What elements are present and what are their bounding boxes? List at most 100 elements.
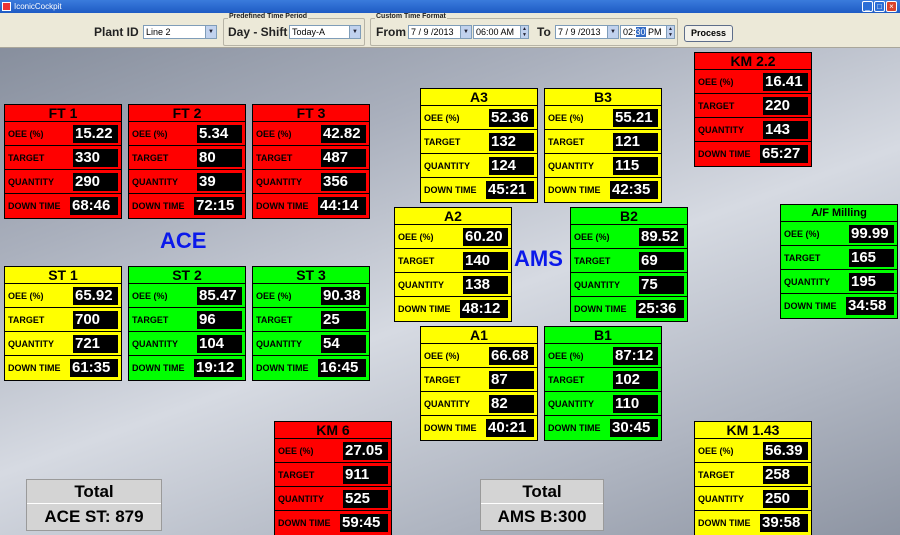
spin-arrows-icon[interactable]: ▲ ▼	[520, 26, 528, 38]
metric-label-downtime: DOWN TIME	[132, 201, 185, 211]
metric-row-quantity: QUANTITY 250	[695, 487, 811, 511]
close-button[interactable]: ×	[886, 1, 897, 12]
station-panel-st3[interactable]: ST 3 OEE (%) 90.38 TARGET 25 QUANTITY 54 DOWN T…	[252, 266, 370, 381]
metric-label-quantity: QUANTITY	[698, 125, 744, 135]
metric-value-oee: 66.68	[489, 347, 534, 365]
metric-row-target: TARGET 258	[695, 463, 811, 487]
metric-label-oee: OEE (%)	[256, 291, 292, 301]
station-panel-b2[interactable]: B2 OEE (%) 89.52 TARGET 69 QUANTITY 75 DOWN TIM…	[570, 207, 688, 322]
chevron-down-icon[interactable]: ▼	[460, 26, 471, 38]
station-panel-a2[interactable]: A2 OEE (%) 60.20 TARGET 140 QUANTITY 138 DOWN T…	[394, 207, 512, 322]
metric-label-quantity: QUANTITY	[256, 177, 302, 187]
metric-value-oee: 55.21	[613, 109, 658, 127]
process-button[interactable]: Process	[684, 25, 733, 42]
station-panel-a1[interactable]: A1 OEE (%) 66.68 TARGET 87 QUANTITY 82 DOWN TIM…	[420, 326, 538, 441]
spin-arrows-icon[interactable]: ▲ ▼	[666, 26, 674, 38]
metric-value-quantity: 39	[197, 173, 242, 191]
panel-title: ST 1	[5, 267, 121, 284]
metric-value-target: 80	[197, 149, 242, 167]
panel-title: A2	[395, 208, 511, 225]
metric-value-oee: 60.20	[463, 228, 508, 246]
shift-select[interactable]: Today-A ▼	[289, 25, 361, 39]
metric-row-quantity: QUANTITY 143	[695, 118, 811, 142]
metric-value-oee: 85.47	[197, 287, 242, 305]
ace-section-label: ACE	[160, 228, 207, 253]
metric-row-oee: OEE (%) 52.36	[421, 106, 537, 130]
metric-row-target: TARGET 487	[253, 146, 369, 170]
metric-value-oee: 15.22	[73, 125, 118, 143]
plant-id-select[interactable]: Line 2 ▼	[143, 25, 217, 39]
station-panel-b3[interactable]: B3 OEE (%) 55.21 TARGET 121 QUANTITY 115 DOWN T…	[544, 88, 662, 203]
metric-row-downtime: DOWN TIME 39:58	[695, 511, 811, 535]
plant-id-value: Line 2	[146, 27, 171, 37]
station-panel-afmill[interactable]: A/F Milling OEE (%) 99.99 TARGET 165 QUANTITY…	[780, 204, 898, 319]
panel-title: B2	[571, 208, 687, 225]
metric-row-quantity: QUANTITY 290	[5, 170, 121, 194]
metric-label-oee: OEE (%)	[574, 232, 610, 242]
ams-total-heading: Total	[481, 480, 603, 504]
to-date-picker[interactable]: 7 / 9 /2013 ▼	[555, 25, 619, 39]
metric-value-oee: 42.82	[321, 125, 366, 143]
panel-title: B3	[545, 89, 661, 106]
from-date-value: 7 / 9 /2013	[411, 27, 454, 37]
metric-row-oee: OEE (%) 42.82	[253, 122, 369, 146]
metric-value-quantity: 124	[489, 157, 534, 175]
station-panel-km6[interactable]: KM 6 OEE (%) 27.05 TARGET 911 QUANTITY 525 DOWN…	[274, 421, 392, 535]
metric-label-quantity: QUANTITY	[574, 280, 620, 290]
metric-label-downtime: DOWN TIME	[278, 518, 331, 528]
from-date-picker[interactable]: 7 / 9 /2013 ▼	[408, 25, 472, 39]
panel-title: A/F Milling	[781, 205, 897, 222]
metric-label-quantity: QUANTITY	[278, 494, 324, 504]
station-panel-b1[interactable]: B1 OEE (%) 87:12 TARGET 102 QUANTITY 110 DOWN T…	[544, 326, 662, 441]
metric-label-target: TARGET	[548, 137, 585, 147]
metric-label-quantity: QUANTITY	[132, 339, 178, 349]
metric-label-downtime: DOWN TIME	[698, 518, 751, 528]
metric-row-quantity: QUANTITY 39	[129, 170, 245, 194]
metric-label-target: TARGET	[574, 256, 611, 266]
metric-row-oee: OEE (%) 16.41	[695, 70, 811, 94]
station-panel-ft3[interactable]: FT 3 OEE (%) 42.82 TARGET 487 QUANTITY 356 DOWN…	[252, 104, 370, 219]
metric-label-target: TARGET	[256, 315, 293, 325]
station-panel-a3[interactable]: A3 OEE (%) 52.36 TARGET 132 QUANTITY 124 DOWN T…	[420, 88, 538, 203]
minimize-button[interactable]: _	[862, 1, 873, 12]
metric-label-quantity: QUANTITY	[8, 177, 54, 187]
maximize-button[interactable]: □	[874, 1, 885, 12]
from-time-picker[interactable]: 06:00 AM ▲ ▼	[473, 25, 529, 39]
metric-label-downtime: DOWN TIME	[574, 304, 627, 314]
metric-value-quantity: 75	[639, 276, 684, 294]
station-panel-ft1[interactable]: FT 1 OEE (%) 15.22 TARGET 330 QUANTITY 290 DOWN…	[4, 104, 122, 219]
metric-row-target: TARGET 330	[5, 146, 121, 170]
metric-label-downtime: DOWN TIME	[132, 363, 185, 373]
metric-label-quantity: QUANTITY	[256, 339, 302, 349]
to-time-ampm: PM	[648, 27, 662, 37]
station-panel-st1[interactable]: ST 1 OEE (%) 65.92 TARGET 700 QUANTITY 721 DOWN…	[4, 266, 122, 381]
metric-value-target: 140	[463, 252, 508, 270]
metric-label-quantity: QUANTITY	[784, 277, 830, 287]
metric-row-quantity: QUANTITY 75	[571, 273, 687, 297]
metric-row-target: TARGET 132	[421, 130, 537, 154]
metric-label-quantity: QUANTITY	[548, 161, 594, 171]
chevron-down-icon[interactable]: ▼	[349, 26, 360, 38]
station-panel-st2[interactable]: ST 2 OEE (%) 85.47 TARGET 96 QUANTITY 104 DOWN …	[128, 266, 246, 381]
metric-row-downtime: DOWN TIME 25:36	[571, 297, 687, 321]
metric-row-downtime: DOWN TIME 48:12	[395, 297, 511, 321]
metric-row-downtime: DOWN TIME 19:12	[129, 356, 245, 380]
metric-label-quantity: QUANTITY	[424, 161, 470, 171]
metric-row-downtime: DOWN TIME 72:15	[129, 194, 245, 218]
metric-row-downtime: DOWN TIME 42:35	[545, 178, 661, 202]
station-panel-km143[interactable]: KM 1.43 OEE (%) 56.39 TARGET 258 QUANTITY 250 D…	[694, 421, 812, 535]
metric-row-quantity: QUANTITY 82	[421, 392, 537, 416]
metric-label-oee: OEE (%)	[548, 351, 584, 361]
metric-label-downtime: DOWN TIME	[424, 423, 477, 433]
metric-value-downtime: 68:46	[70, 197, 118, 215]
metric-value-quantity: 195	[849, 273, 894, 291]
to-time-picker[interactable]: 02:30 PM ▲ ▼	[620, 25, 675, 39]
station-panel-km22[interactable]: KM 2.2 OEE (%) 16.41 TARGET 220 QUANTITY 143 DO…	[694, 52, 812, 167]
metric-label-downtime: DOWN TIME	[398, 304, 451, 314]
chevron-down-icon[interactable]: ▼	[607, 26, 618, 38]
to-time-minute[interactable]: 30	[635, 27, 646, 37]
chevron-down-icon[interactable]: ▼	[205, 26, 216, 38]
to-date-value: 7 / 9 /2013	[558, 27, 601, 37]
metric-row-downtime: DOWN TIME 68:46	[5, 194, 121, 218]
station-panel-ft2[interactable]: FT 2 OEE (%) 5.34 TARGET 80 QUANTITY 39 DOWN TI…	[128, 104, 246, 219]
